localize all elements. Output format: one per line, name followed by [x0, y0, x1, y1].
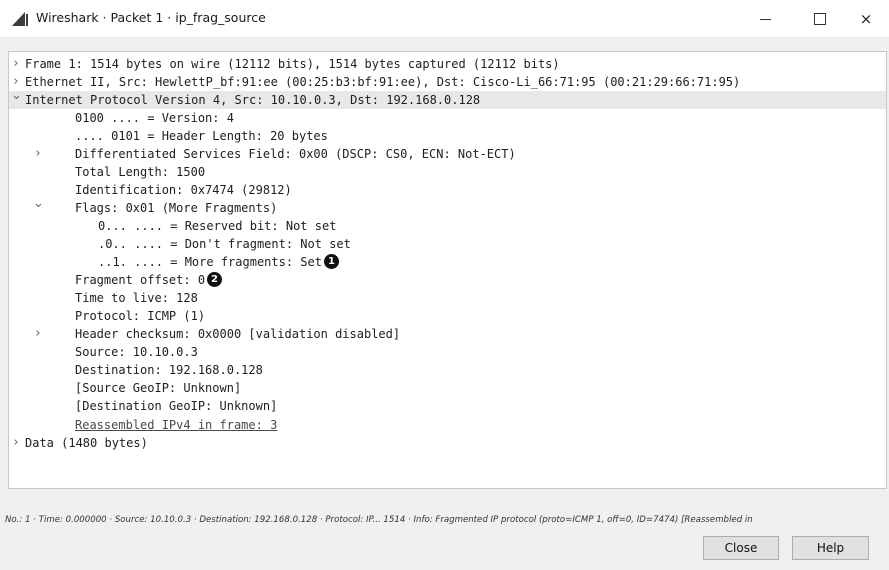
- tree-row-label: Differentiated Services Field: 0x00 (DSC…: [75, 146, 516, 161]
- tree-row[interactable]: ..1. .... = More fragments: Set 1: [9, 253, 886, 271]
- tree-row[interactable]: › Header checksum: 0x0000 [validation dis…: [9, 325, 886, 343]
- close-icon: ×: [859, 10, 873, 28]
- tree-row-label: Flags: 0x01 (More Fragments): [75, 200, 278, 215]
- chevron-right-icon[interactable]: ›: [11, 434, 21, 452]
- tree-row[interactable]: Time to live: 128: [9, 289, 886, 307]
- packet-details-tree[interactable]: › Frame 1: 1514 bytes on wire (12112 bits…: [8, 51, 887, 489]
- tree-row-label: Identification: 0x7474 (29812): [75, 182, 292, 197]
- tree-row[interactable]: Identification: 0x7474 (29812): [9, 181, 886, 199]
- maximize-icon: [814, 13, 826, 25]
- tree-row[interactable]: [Source GeoIP: Unknown]: [9, 379, 886, 397]
- tree-row-label: Fragment offset: 0: [75, 273, 206, 288]
- packet-dialog: Wireshark · Packet 1 · ip_frag_source × …: [0, 0, 889, 570]
- tree-row[interactable]: ⌄ Internet Protocol Version 4, Src: 10.10…: [9, 88, 886, 109]
- chevron-right-icon[interactable]: ›: [33, 325, 43, 343]
- tree-row[interactable]: [Destination GeoIP: Unknown]: [9, 397, 886, 415]
- tree-row[interactable]: Total Length: 1500: [9, 163, 886, 181]
- close-button[interactable]: Close: [703, 536, 779, 560]
- minimize-button[interactable]: [743, 0, 789, 38]
- window-title: Wireshark · Packet 1 · ip_frag_source: [36, 10, 266, 25]
- tree-row[interactable]: Destination: 192.168.0.128: [9, 361, 886, 379]
- tree-row[interactable]: .0.. .... = Don't fragment: Not set: [9, 235, 886, 253]
- tree-row[interactable]: › Data (1480 bytes): [9, 434, 886, 452]
- tree-row-label: 0... .... = Reserved bit: Not set: [98, 218, 337, 233]
- tree-row[interactable]: › Differentiated Services Field: 0x00 (DS…: [9, 145, 886, 163]
- tree-row-label: Total Length: 1500: [75, 164, 206, 179]
- window-close-button[interactable]: ×: [843, 0, 889, 38]
- tree-row[interactable]: Reassembled IPv4 in frame: 3: [9, 416, 886, 434]
- chevron-right-icon[interactable]: ›: [11, 55, 21, 73]
- tree-row-label: [Destination GeoIP: Unknown]: [75, 399, 278, 414]
- tree-row-label: Data (1480 bytes): [25, 435, 148, 450]
- maximize-button[interactable]: [797, 0, 843, 38]
- tree-row-label: Time to live: 128: [75, 291, 198, 306]
- wireshark-fin-icon: [12, 12, 28, 26]
- tree-row-label: ..1. .... = More fragments: Set: [98, 255, 322, 270]
- tree-row-label: Ethernet II, Src: HewlettP_bf:91:ee (00:…: [25, 74, 741, 89]
- tree-row-link[interactable]: Reassembled IPv4 in frame: 3: [75, 416, 277, 434]
- tree-row-label: Protocol: ICMP (1): [75, 309, 206, 324]
- chevron-down-icon[interactable]: ⌄: [11, 87, 22, 105]
- tree-row[interactable]: › Frame 1: 1514 bytes on wire (12112 bits…: [9, 55, 886, 73]
- packet-summary-status: No.: 1 · Time: 0.000000 · Source: 10.10.…: [5, 515, 753, 525]
- tree-row[interactable]: ⌄ Flags: 0x01 (More Fragments): [9, 196, 886, 217]
- tree-row-label: Internet Protocol Version 4, Src: 10.10.…: [25, 92, 481, 107]
- tree-row-label: 0100 .... = Version: 4: [75, 110, 234, 125]
- chevron-down-icon[interactable]: ⌄: [33, 195, 44, 213]
- tree-row-label: .... 0101 = Header Length: 20 bytes: [75, 128, 328, 143]
- tree-row-label: .0.. .... = Don't fragment: Not set: [98, 237, 351, 251]
- tree-row[interactable]: › Ethernet II, Src: HewlettP_bf:91:ee (00…: [9, 73, 886, 91]
- tree-row-label: Source: 10.10.0.3: [75, 345, 198, 360]
- help-button[interactable]: Help: [792, 536, 869, 560]
- tree-row[interactable]: Fragment offset: 02: [9, 271, 886, 289]
- tree-row[interactable]: 0100 .... = Version: 4: [9, 109, 886, 127]
- callout-marker: 2: [207, 272, 222, 288]
- tree-row-label: Frame 1: 1514 bytes on wire (12112 bits)…: [25, 56, 560, 71]
- tree-row-label: Destination: 192.168.0.128: [75, 363, 263, 378]
- tree-row[interactable]: 0... .... = Reserved bit: Not set: [9, 217, 886, 235]
- tree-row[interactable]: Source: 10.10.0.3: [9, 343, 886, 361]
- tree-row[interactable]: .... 0101 = Header Length: 20 bytes: [9, 127, 886, 145]
- minimize-icon: [760, 19, 771, 20]
- tree-row-label: [Source GeoIP: Unknown]: [75, 381, 242, 396]
- chevron-right-icon[interactable]: ›: [33, 145, 43, 163]
- tree-row-label: Header checksum: 0x0000 [validation disa…: [75, 327, 401, 342]
- callout-marker: 1: [324, 254, 339, 270]
- tree-row[interactable]: Protocol: ICMP (1): [9, 307, 886, 325]
- title-bar[interactable]: Wireshark · Packet 1 · ip_frag_source ×: [0, 0, 889, 38]
